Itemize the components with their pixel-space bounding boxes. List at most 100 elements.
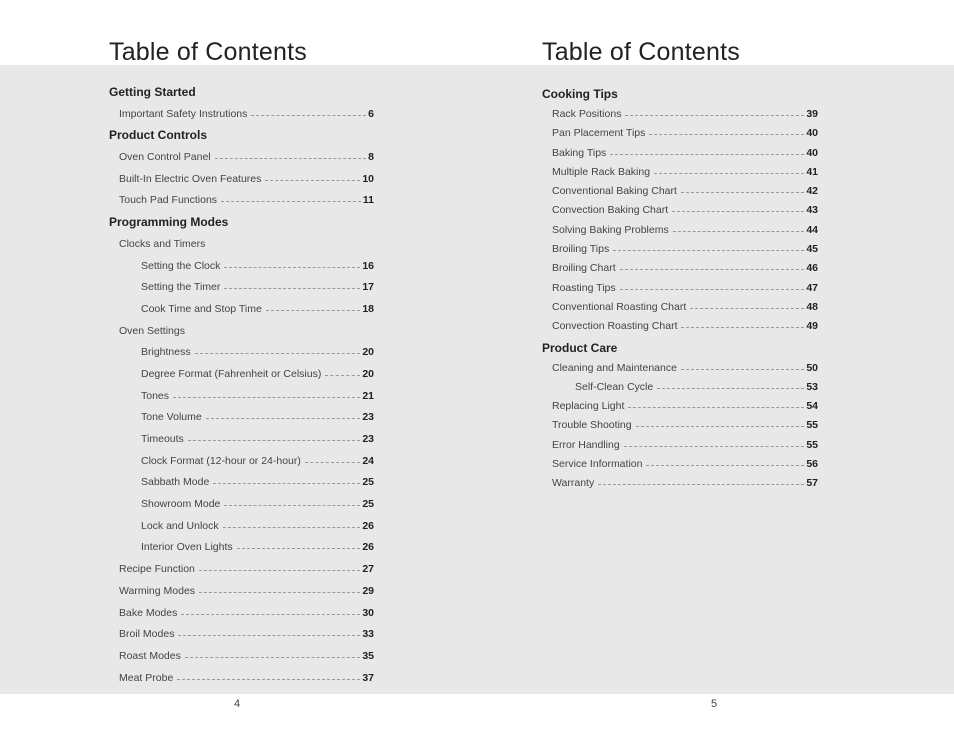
toc-entry-label: Roast Modes: [119, 649, 181, 662]
section-heading: Getting Started: [109, 85, 196, 99]
dotted-leader: [598, 484, 805, 486]
dotted-leader: [181, 613, 361, 615]
toc-entry[interactable]: Important Safety Instrutions 6: [109, 104, 374, 126]
toc-entry-label: Solving Baking Problems: [552, 223, 669, 236]
toc-page-number: 30: [362, 606, 374, 619]
dotted-leader: [610, 153, 805, 155]
toc-entry[interactable]: Multiple Rack Baking 41: [542, 163, 818, 182]
toc-page-number: 35: [362, 649, 374, 662]
toc-page-number: 26: [362, 541, 374, 554]
toc-entry[interactable]: Warranty 57: [542, 474, 818, 493]
toc-entry[interactable]: Service Information 56: [542, 455, 818, 474]
toc-page-number: 23: [362, 433, 374, 445]
toc-entry[interactable]: Broiling Tips 45: [542, 240, 818, 259]
toc-page-number: 53: [806, 380, 818, 393]
toc-entry-label: Bake Modes: [119, 606, 178, 619]
section-heading: Programming Modes: [109, 215, 229, 230]
dotted-leader: [221, 201, 361, 203]
toc-entry[interactable]: Timeouts 23: [109, 429, 374, 451]
toc-page-number: 18: [362, 302, 374, 315]
toc-entry[interactable]: Broiling Chart 46: [542, 259, 818, 278]
toc-entry[interactable]: Tone Volume 23: [109, 407, 374, 429]
toc-entry-label: Important Safety Instrutions: [119, 107, 248, 120]
toc-entry[interactable]: Cleaning and Maintenance 50: [542, 359, 818, 378]
toc-entry[interactable]: Solving Baking Problems 44: [542, 221, 818, 240]
toc-entry[interactable]: Roasting Tips 47: [542, 279, 818, 298]
toc-page-number: 42: [806, 185, 818, 198]
toc-entry[interactable]: Interior Oven Lights 26: [109, 537, 374, 559]
toc-page-number: 55: [806, 419, 818, 432]
toc-entry[interactable]: Baking Tips 40: [542, 144, 818, 163]
toc-entry-label: Meat Probe: [119, 671, 174, 684]
toc-entry[interactable]: Conventional Baking Chart 42: [542, 182, 818, 201]
toc-entry[interactable]: Replacing Light 54: [542, 397, 818, 416]
toc-entry[interactable]: Warming Modes 29: [109, 581, 374, 603]
toc-entry[interactable]: Touch Pad Functions 11: [109, 190, 374, 212]
toc-entry[interactable]: Showroom Mode 25: [109, 494, 374, 516]
toc-entry[interactable]: Lock and Unlock 26: [109, 516, 374, 538]
toc-entry-label: Broiling Chart: [552, 262, 616, 275]
toc-entry-label: Timeouts: [141, 433, 184, 445]
toc-entry[interactable]: Bake Modes 30: [109, 603, 374, 625]
dotted-leader: [628, 407, 805, 409]
toc-entry-label: Convection Baking Chart: [552, 204, 669, 217]
toc-entry[interactable]: Pan Placement Tips 40: [542, 124, 818, 143]
section-heading: Cooking Tips: [542, 87, 618, 101]
toc-page-number: 26: [362, 519, 374, 532]
toc-entry[interactable]: Trouble Shooting 55: [542, 416, 818, 435]
toc-entry[interactable]: Self-Clean Cycle 53: [542, 378, 818, 397]
toc-entry-label: Service Information: [552, 458, 643, 471]
toc-entry[interactable]: Broil Modes 33: [109, 624, 374, 646]
toc-page-number: 11: [362, 194, 374, 207]
toc-entry[interactable]: Recipe Function 27: [109, 559, 374, 581]
page-number: 4: [234, 698, 241, 710]
toc-page-number: 55: [806, 438, 818, 451]
toc-page-number: 25: [362, 476, 374, 489]
toc-entry[interactable]: Built-In Electric Oven Features 10: [109, 169, 374, 191]
dotted-leader: [178, 635, 361, 637]
toc-entry[interactable]: Convection Baking Chart 43: [542, 201, 818, 220]
toc-entry-label: Lock and Unlock: [141, 519, 219, 532]
toc-page-number: 45: [806, 243, 818, 256]
toc-entry-label: Warranty: [552, 477, 595, 490]
toc-entry-label: Recipe Function: [119, 563, 195, 576]
toc-entry[interactable]: Cook Time and Stop Time 18: [109, 299, 374, 321]
toc-entry-label: Error Handling: [552, 438, 620, 451]
toc-list: Getting Started Important Safety Instruti…: [109, 82, 374, 689]
toc-entry[interactable]: Setting the Clock 16: [109, 256, 374, 278]
toc-entry[interactable]: Conventional Roasting Chart 48: [542, 298, 818, 317]
toc-entry-label: Tones: [141, 389, 170, 402]
dotted-leader: [654, 172, 805, 174]
toc-page-number: 57: [806, 477, 818, 490]
toc-entry[interactable]: Meat Probe 37: [109, 668, 374, 690]
dotted-leader: [690, 307, 805, 309]
toc-entry[interactable]: Roast Modes 35: [109, 646, 374, 668]
toc-entry-label: Convection Roasting Chart: [552, 320, 678, 333]
toc-entry-label: Showroom Mode: [141, 498, 221, 511]
dotted-leader: [680, 192, 805, 194]
dotted-leader: [646, 465, 805, 467]
page-title: Table of Contents: [542, 38, 740, 66]
dotted-leader: [265, 179, 361, 181]
toc-entry[interactable]: Degree Format (Fahrenheit or Celsius) 20: [109, 364, 374, 386]
toc-entry[interactable]: Convection Roasting Chart 49: [542, 317, 818, 336]
toc-entry[interactable]: Sabbath Mode 25: [109, 472, 374, 494]
toc-entry[interactable]: Clock Format (12-hour or 24-hour) 24: [109, 451, 374, 473]
dotted-leader: [205, 418, 361, 420]
toc-entry[interactable]: Rack Positions 39: [542, 105, 818, 124]
toc-entry-label: Clock Format (12-hour or 24-hour): [141, 454, 301, 467]
dotted-leader: [635, 426, 805, 428]
toc-entry[interactable]: Error Handling 55: [542, 436, 818, 455]
toc-entry[interactable]: Tones 21: [109, 386, 374, 408]
dotted-leader: [623, 445, 805, 447]
toc-entry-label: Self-Clean Cycle: [575, 380, 654, 393]
toc-entry-label: Built-In Electric Oven Features: [119, 172, 262, 185]
dotted-leader: [199, 591, 361, 593]
toc-entry[interactable]: Setting the Timer 17: [109, 277, 374, 299]
toc-entry-label: Touch Pad Functions: [119, 194, 218, 207]
toc-entry[interactable]: Brightness 20: [109, 342, 374, 364]
toc-page-number: 40: [806, 146, 818, 159]
toc-page-number: 23: [362, 411, 374, 424]
toc-entry[interactable]: Oven Control Panel 8: [109, 147, 374, 169]
dotted-leader: [224, 505, 361, 507]
